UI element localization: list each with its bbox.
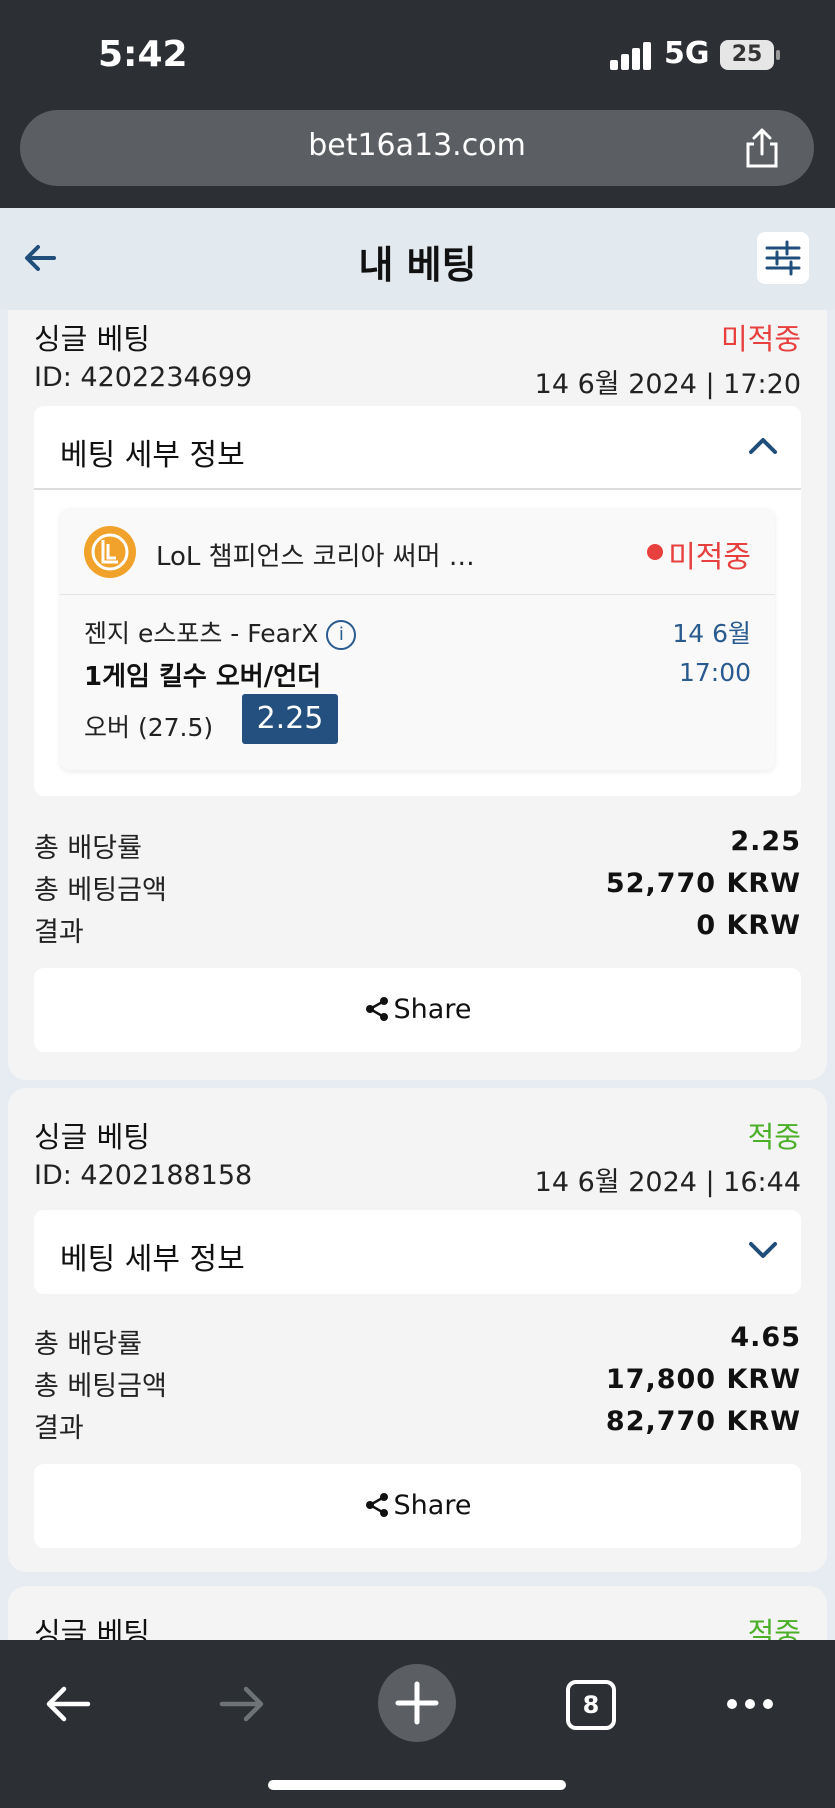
- url-text: bet16a13.com: [308, 128, 526, 163]
- page-title: 내 베팅: [358, 243, 477, 287]
- address-bar[interactable]: bet16a13.com: [20, 110, 814, 186]
- bet-type: 싱글 베팅: [34, 322, 150, 356]
- bet-details-panel: 베팅 세부 정보 LoL 챔피언스 코리아 써머 … 미적중 젠지 e스포츠 -…: [34, 406, 801, 796]
- selection-status: 미적중: [668, 540, 751, 575]
- league-name: LoL 챔피언스 코리아 써머 …: [156, 542, 475, 572]
- total-stake-value: 17,800 KRW: [605, 1364, 801, 1395]
- bet-datetime: 14 6월 2024 | 16:44: [534, 1167, 801, 1198]
- share-nodes-icon: [365, 1493, 388, 1517]
- sliders-icon: [765, 240, 801, 276]
- clock: 5:42: [98, 34, 188, 75]
- share-button[interactable]: Share: [34, 968, 801, 1052]
- total-odds-label: 총 배당률: [34, 833, 142, 864]
- match-name: 젠지 e스포츠 - FearX i: [84, 614, 357, 650]
- app-content: 내 베팅 싱글 베팅 미적중 ID: 4202234699 14 6월 2024…: [0, 208, 835, 1640]
- result-value: 82,770 KRW: [605, 1406, 801, 1437]
- selection-card: LoL 챔피언스 코리아 써머 … 미적중 젠지 e스포츠 - FearX i 1…: [60, 508, 775, 770]
- bet-type: 싱글 베팅: [34, 1616, 150, 1640]
- result-label: 결과: [34, 1413, 84, 1444]
- bet-details-toggle[interactable]: 베팅 세부 정보: [34, 406, 801, 490]
- bet-id: ID: 4202234699: [34, 362, 253, 393]
- new-tab-button[interactable]: [378, 1664, 456, 1742]
- bet-card: 싱글 베팅 적중 ID: 4202188158 14 6월 2024 | 16:…: [8, 1088, 827, 1572]
- tabs-count: 8: [582, 1691, 600, 1719]
- bet-status-badge: 적중: [747, 1120, 801, 1154]
- more-icon[interactable]: [724, 1692, 776, 1716]
- total-odds-value: 2.25: [730, 826, 801, 857]
- bet-details-label: 베팅 세부 정보: [60, 1242, 245, 1277]
- league-logo-icon: [84, 526, 136, 578]
- battery-level: 25: [731, 42, 763, 67]
- result-label: 결과: [34, 917, 84, 948]
- market-name: 1게임 킬수 오버/언더: [84, 662, 322, 692]
- bet-status-badge: 적중: [747, 1616, 801, 1640]
- chevron-down-icon: [749, 1242, 777, 1258]
- chevron-up-icon: [749, 438, 777, 454]
- total-stake-label: 총 베팅금액: [34, 875, 167, 906]
- result-value: 0 KRW: [696, 910, 801, 941]
- share-button[interactable]: Share: [34, 1464, 801, 1548]
- total-odds-value: 4.65: [730, 1322, 801, 1353]
- total-stake-value: 52,770 KRW: [605, 868, 801, 899]
- bet-status-badge: 미적중: [720, 322, 801, 356]
- forward-icon[interactable]: [214, 1676, 270, 1732]
- signal-icon: [610, 42, 652, 70]
- total-odds-label: 총 배당률: [34, 1329, 142, 1360]
- odds-badge: 2.25: [242, 694, 338, 744]
- bet-card: 싱글 베팅 적중: [8, 1586, 827, 1640]
- bet-card: 싱글 베팅 미적중 ID: 4202234699 14 6월 2024 | 17…: [8, 310, 827, 1080]
- browser-toolbar: 8: [0, 1640, 835, 1808]
- total-stake-label: 총 베팅금액: [34, 1371, 167, 1402]
- bet-details-toggle[interactable]: 베팅 세부 정보: [34, 1210, 801, 1294]
- page-header: 내 베팅: [0, 208, 835, 310]
- plus-icon: [395, 1681, 439, 1725]
- bet-type: 싱글 베팅: [34, 1120, 150, 1154]
- share-label: Share: [393, 994, 472, 1025]
- status-dot-icon: [647, 544, 663, 560]
- match-time: 17:00: [678, 658, 751, 687]
- bet-list[interactable]: 싱글 베팅 미적중 ID: 4202234699 14 6월 2024 | 17…: [0, 310, 835, 1640]
- match-teams: 젠지 e스포츠 - FearX: [84, 619, 319, 648]
- share-nodes-icon: [365, 997, 388, 1021]
- battery-icon: 25: [720, 40, 780, 70]
- bet-details-label: 베팅 세부 정보: [60, 438, 245, 473]
- share-label: Share: [393, 1490, 472, 1521]
- network-type: 5G: [664, 36, 710, 71]
- bet-id: ID: 4202188158: [34, 1160, 253, 1191]
- filter-button[interactable]: [757, 232, 809, 284]
- info-icon[interactable]: i: [326, 620, 357, 650]
- back-icon[interactable]: [40, 1676, 96, 1732]
- tabs-button[interactable]: 8: [566, 1680, 616, 1730]
- pick-label: 오버 (27.5): [84, 713, 214, 742]
- bet-datetime: 14 6월 2024 | 17:20: [534, 369, 801, 400]
- status-bar: 5:42 5G 25: [0, 0, 835, 108]
- divider: [60, 594, 775, 595]
- match-date: 14 6월: [672, 619, 751, 648]
- home-indicator: [268, 1780, 566, 1790]
- share-icon[interactable]: [740, 126, 784, 170]
